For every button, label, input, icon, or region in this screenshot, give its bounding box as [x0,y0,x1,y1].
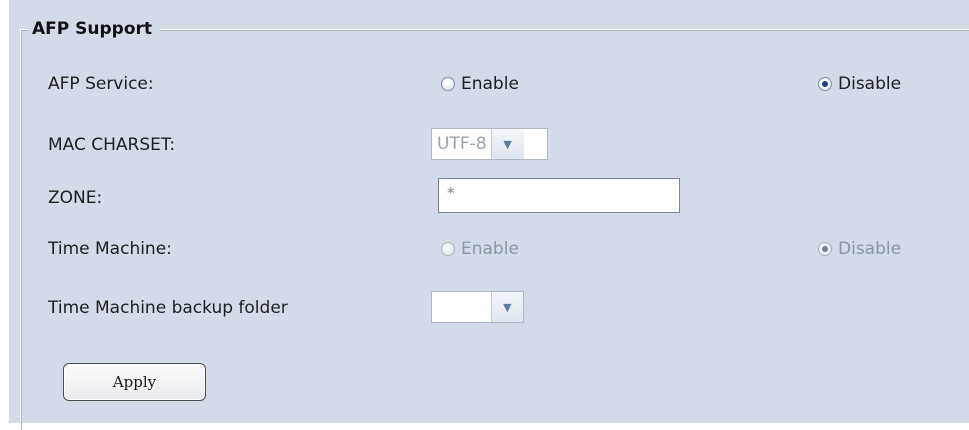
afp-service-disable-label: Disable [838,74,902,94]
mac-charset-select[interactable]: UTF-8 ▼ [431,128,548,160]
afp-service-enable-radio[interactable]: Enable [441,73,519,95]
afp-service-disable-radio[interactable]: Disable [818,73,901,95]
section-title: AFP Support [28,18,161,40]
afp-service-label: AFP Service: [48,74,154,94]
backup-folder-label: Time Machine backup folder [48,298,288,318]
apply-button[interactable]: Apply [63,363,206,401]
zone-input[interactable]: * [438,178,680,213]
chevron-down-icon[interactable]: ▼ [490,129,524,159]
mac-charset-value: UTF-8 [437,134,487,154]
radio-unchecked-icon [441,77,455,91]
time-machine-disable-label: Disable [838,239,902,259]
time-machine-enable-radio[interactable]: Enable [441,238,519,260]
time-machine-enable-label: Enable [461,239,519,259]
time-machine-label: Time Machine: [48,239,172,259]
backup-folder-select[interactable]: ▼ [431,291,524,323]
zone-label: ZONE: [48,188,103,208]
radio-checked-icon [818,77,832,91]
radio-unchecked-icon [441,242,455,256]
backup-folder-value [432,292,491,322]
mac-charset-label: MAC CHARSET: [48,135,176,155]
time-machine-disable-radio[interactable]: Disable [818,238,901,260]
radio-checked-icon [818,242,832,256]
afp-service-enable-label: Enable [461,74,519,94]
chevron-down-icon[interactable]: ▼ [490,292,523,322]
